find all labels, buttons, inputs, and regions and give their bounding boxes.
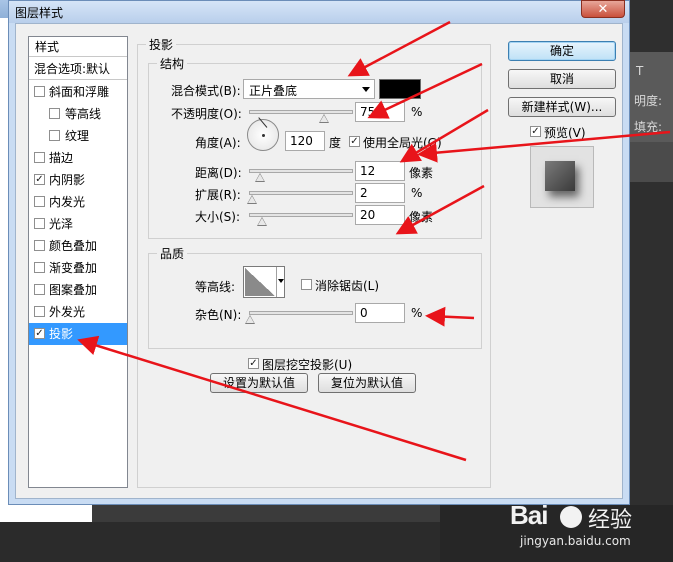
annotation-arrow-noise [425, 306, 475, 327]
paw-icon [560, 506, 582, 528]
watermark: Bai 经验 jingyan.baidu.com [496, 500, 666, 558]
annotation-arrows [77, 20, 671, 462]
annotation-arrow-global-light [417, 130, 671, 163]
annotation-arrow-drop-shadow [77, 335, 467, 462]
watermark-suffix: 经验 [588, 508, 633, 533]
watermark-brand: Bai [510, 500, 548, 530]
annotation-arrow-size [395, 184, 485, 235]
annotation-arrow-blend-mode [347, 20, 451, 77]
annotation-arrow-opacity [367, 62, 483, 119]
watermark-url: jingyan.baidu.com [520, 534, 631, 548]
